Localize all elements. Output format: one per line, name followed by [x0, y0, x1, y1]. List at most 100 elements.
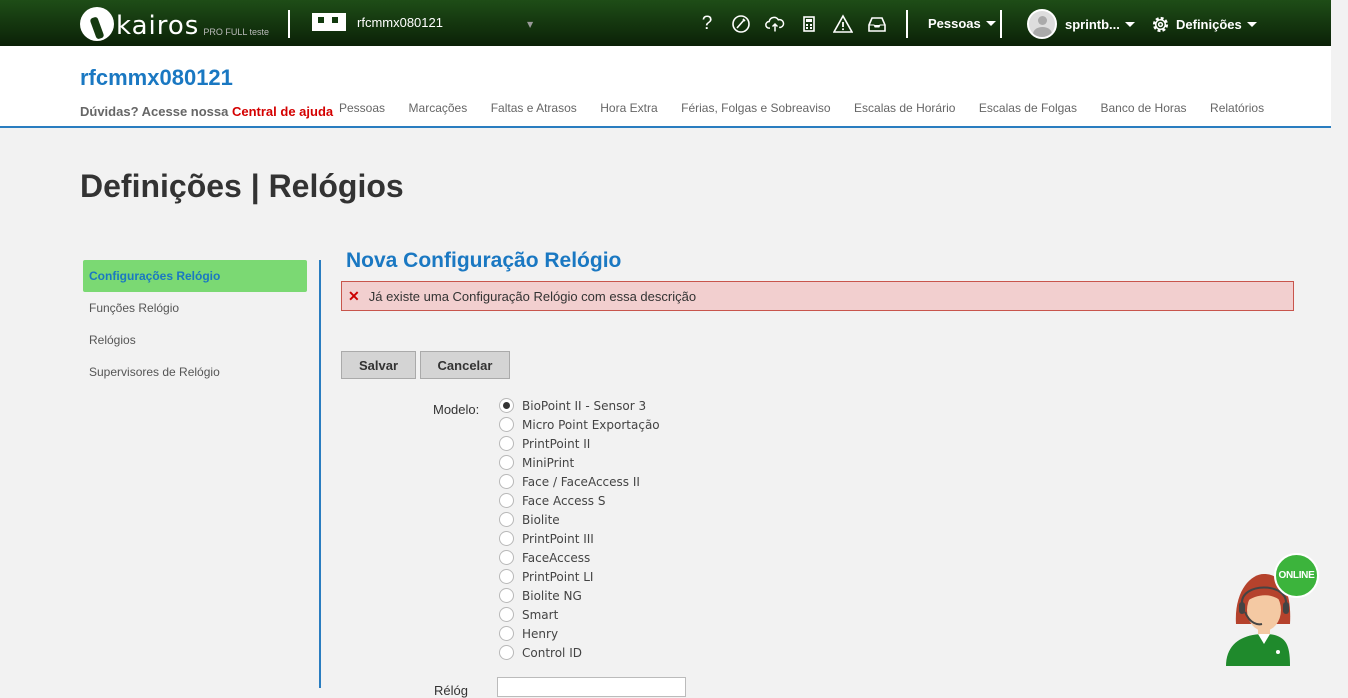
- modelo-radio-group: BioPoint II - Sensor 3 Micro Point Expor…: [499, 396, 660, 662]
- radio-label: BioPoint II - Sensor 3: [522, 398, 647, 413]
- radio-option[interactable]: Biolite: [499, 510, 660, 529]
- radio-button[interactable]: [499, 474, 514, 489]
- nav-item-ferias-folgas[interactable]: Férias, Folgas e Sobreaviso: [681, 101, 830, 115]
- radio-button[interactable]: [499, 417, 514, 432]
- radio-option[interactable]: Face Access S: [499, 491, 660, 510]
- radio-button[interactable]: [499, 531, 514, 546]
- help-glyph: ?: [701, 13, 713, 34]
- radio-option[interactable]: Face / FaceAccess II: [499, 472, 660, 491]
- nav-item-relatorios[interactable]: Relatórios: [1210, 101, 1264, 115]
- radio-label: FaceAccess: [522, 550, 591, 565]
- top-bar: kairos PRO FULL teste rfcmmx080121 ▼ ? P…: [0, 0, 1331, 46]
- company-title: rfcmmx080121: [80, 65, 233, 90]
- settings-menu[interactable]: Definições: [1151, 15, 1257, 34]
- sidebar-item-configuracoes-relogio[interactable]: Configurações Relógio: [83, 260, 307, 292]
- radio-button[interactable]: [499, 493, 514, 508]
- radio-button[interactable]: [499, 626, 514, 641]
- page-title: Definições | Relógios: [80, 168, 404, 204]
- pessoas-menu[interactable]: Pessoas: [928, 16, 996, 31]
- error-message: ✕ Já existe uma Configuração Relógio com…: [341, 281, 1294, 311]
- radio-button[interactable]: [499, 588, 514, 603]
- kairos-logo[interactable]: kairos PRO FULL teste: [80, 5, 269, 41]
- radio-label: Biolite: [522, 512, 560, 527]
- top-icons: ?: [690, 12, 894, 36]
- nav-item-marcacoes[interactable]: Marcações: [409, 101, 468, 115]
- divider: [906, 10, 908, 38]
- radio-button[interactable]: [499, 550, 514, 565]
- nav-item-escalas-folgas[interactable]: Escalas de Folgas: [979, 101, 1077, 115]
- divider: [1000, 10, 1002, 38]
- nav-item-faltas-atrasos[interactable]: Faltas e Atrasos: [491, 101, 577, 115]
- logo-text: kairos: [116, 11, 200, 41]
- avatar: [1027, 9, 1057, 39]
- chevron-down-icon: [1246, 22, 1257, 27]
- radio-label: MiniPrint: [522, 455, 575, 470]
- cloud-upload-icon[interactable]: [758, 12, 792, 36]
- help-prefix: Dúvidas? Acesse nossa: [80, 104, 232, 119]
- save-button[interactable]: Salvar: [341, 351, 416, 379]
- nav-item-banco-horas[interactable]: Banco de Horas: [1100, 101, 1186, 115]
- online-status-badge[interactable]: ONLINE: [1274, 553, 1319, 598]
- company-icon: [312, 13, 346, 31]
- nav-item-escalas-horario[interactable]: Escalas de Horário: [854, 101, 955, 115]
- chevron-down-icon: [985, 21, 996, 26]
- modelo-label: Modelo:: [433, 402, 480, 417]
- radio-button[interactable]: [499, 569, 514, 584]
- radio-button[interactable]: [499, 398, 514, 413]
- kairos-logo-mark: [80, 7, 114, 41]
- radio-label: Smart: [522, 607, 559, 622]
- section-divider: [319, 260, 321, 688]
- sidebar-item-funcoes-relogio[interactable]: Funções Relógio: [83, 292, 307, 324]
- radio-button[interactable]: [499, 607, 514, 622]
- settings-menu-label: Definições: [1176, 17, 1242, 32]
- radio-option[interactable]: FaceAccess: [499, 548, 660, 567]
- nav-item-pessoas[interactable]: Pessoas: [339, 101, 385, 115]
- radio-option[interactable]: Henry: [499, 624, 660, 643]
- radio-label: Micro Point Exportação: [522, 417, 660, 432]
- logo-subtitle: PRO FULL teste: [203, 27, 270, 37]
- radio-option[interactable]: Biolite NG: [499, 586, 660, 605]
- radio-option[interactable]: Smart: [499, 605, 660, 624]
- radio-button[interactable]: [499, 436, 514, 451]
- company-selector-label: rfcmmx080121: [357, 14, 443, 30]
- nav-item-hora-extra[interactable]: Hora Extra: [600, 101, 657, 115]
- inbox-icon[interactable]: [860, 12, 894, 36]
- radio-option[interactable]: PrintPoint LI: [499, 567, 660, 586]
- radio-button[interactable]: [499, 645, 514, 660]
- radio-option[interactable]: BioPoint II - Sensor 3: [499, 396, 660, 415]
- radio-option[interactable]: PrintPoint III: [499, 529, 660, 548]
- radio-option[interactable]: Micro Point Exportação: [499, 415, 660, 434]
- cancel-button[interactable]: Cancelar: [420, 351, 510, 379]
- company-header: rfcmmx080121 Dúvidas? Acesse nossa Centr…: [0, 46, 1331, 128]
- warning-icon[interactable]: [826, 12, 860, 36]
- error-text: Já existe uma Configuração Relógio com e…: [368, 288, 697, 304]
- gear-icon: [1152, 16, 1169, 33]
- help-text: Dúvidas? Acesse nossa Central de ajuda: [80, 104, 333, 119]
- radio-option[interactable]: MiniPrint: [499, 453, 660, 472]
- radio-button[interactable]: [499, 512, 514, 527]
- radio-label: PrintPoint III: [522, 531, 594, 546]
- help-center-link[interactable]: Central de ajuda: [232, 104, 333, 119]
- user-menu-label: sprintb...: [1065, 16, 1120, 32]
- company-dropdown-caret-icon[interactable]: ▼: [527, 20, 533, 29]
- radio-label: Control ID: [522, 645, 582, 660]
- radio-label: PrintPoint LI: [522, 569, 594, 584]
- user-menu[interactable]: sprintb...: [1027, 9, 1135, 39]
- next-field-input[interactable]: [497, 677, 686, 697]
- pessoas-menu-label: Pessoas: [928, 16, 981, 31]
- next-field-label: Rélóg: [434, 683, 468, 698]
- help-icon[interactable]: ?: [690, 12, 724, 36]
- main-nav: Pessoas Marcações Faltas e Atrasos Hora …: [339, 101, 1288, 115]
- sidebar-item-relogios[interactable]: Relógios: [83, 324, 307, 356]
- calculator-icon[interactable]: [792, 12, 826, 36]
- divider: [288, 10, 290, 38]
- radio-button[interactable]: [499, 455, 514, 470]
- company-selector[interactable]: rfcmmx080121: [312, 13, 443, 31]
- page-gutter: [1331, 0, 1348, 688]
- wizard-icon[interactable]: [724, 12, 758, 36]
- radio-label: Face Access S: [522, 493, 606, 508]
- radio-label: Face / FaceAccess II: [522, 474, 640, 489]
- radio-option[interactable]: Control ID: [499, 643, 660, 662]
- radio-option[interactable]: PrintPoint II: [499, 434, 660, 453]
- sidebar-item-supervisores-relogio[interactable]: Supervisores de Relógio: [83, 356, 307, 388]
